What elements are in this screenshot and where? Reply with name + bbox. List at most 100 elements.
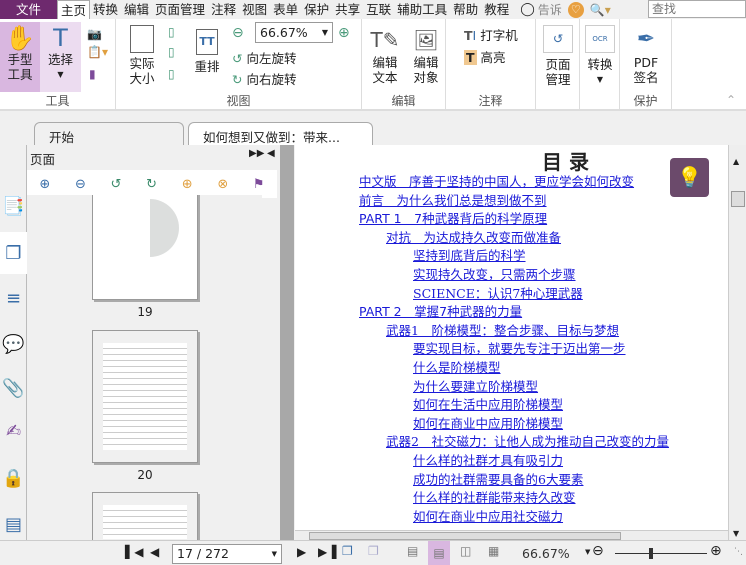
signatures-panel-icon[interactable]: ✍ — [0, 410, 27, 452]
scroll-up-icon[interactable]: ▲ — [733, 157, 739, 166]
panel-splitter[interactable] — [280, 145, 294, 540]
page-thumbnail-19[interactable] — [92, 195, 198, 300]
toc-link[interactable]: 实现持久改变，只需两个步骤 — [413, 264, 576, 283]
typewriter-button[interactable]: TI 打字机 — [464, 25, 518, 44]
zoom-slider[interactable] — [615, 548, 707, 559]
zoom-in-status-icon[interactable]: ⊕ — [710, 543, 722, 559]
reflow-button[interactable]: TT 重排 — [192, 29, 222, 74]
toc-link[interactable]: 武器2 社交磁力：让他人成为推动自己改变的力量 — [386, 431, 669, 450]
zoom-slider-thumb[interactable] — [649, 548, 653, 559]
prev-page-icon[interactable]: ◀ — [150, 545, 159, 559]
zoom-out-thumb-icon[interactable]: ⊖ — [75, 177, 86, 192]
menu-page-manage[interactable]: 页面管理 — [152, 0, 208, 19]
fit-width-icon[interactable]: ▯ — [168, 45, 175, 59]
delete-page-icon[interactable]: ⊗ — [217, 177, 228, 192]
toc-link[interactable]: 坚持到底背后的科学 — [413, 245, 526, 264]
zoom-out-status-icon[interactable]: ⊖ — [592, 543, 604, 559]
toc-link[interactable]: 如何在生活中应用阶梯模型 — [413, 394, 563, 413]
zoom-dropdown-icon[interactable]: ▼ — [585, 548, 590, 556]
toc-link[interactable]: PART 2 掌握7种武器的力量 — [359, 301, 522, 320]
continuous-facing-icon[interactable]: ▦ — [488, 544, 499, 558]
toc-link[interactable]: 什么样的社群才具有吸引力 — [413, 450, 563, 469]
fit-page-icon[interactable]: ▯ — [168, 25, 175, 39]
document-scroll-thumb[interactable] — [731, 191, 745, 207]
toc-link[interactable]: 前言 为什么我们总是想到做不到 — [359, 190, 547, 209]
toc-link[interactable]: 什么是阶梯模型 — [413, 357, 501, 376]
menu-connect[interactable]: 互联 — [363, 0, 394, 19]
edit-text-button[interactable]: T✎ 编辑 文本 — [368, 25, 402, 85]
hand-tool-button[interactable]: ✋ 手型 工具 — [0, 22, 40, 92]
highlight-button[interactable]: T 高亮 — [464, 47, 506, 66]
tab-document[interactable]: 如何想到又做到：带来... — [188, 122, 373, 145]
menu-form[interactable]: 表单 — [270, 0, 301, 19]
toc-link[interactable]: 什么样的社群能带来持久改变 — [413, 487, 576, 506]
previous-view-icon[interactable]: ❐ — [342, 544, 353, 558]
toc-link[interactable]: 武器1 阶梯模型：整合步骤、目标与梦想 — [386, 320, 619, 339]
fit-visible-icon[interactable]: ▯ — [168, 67, 175, 81]
bookmarks-panel-icon[interactable]: 📑 — [0, 185, 27, 227]
pages-panel-icon[interactable]: ❐ — [0, 232, 27, 274]
resize-grip-icon[interactable]: ⋱ — [734, 547, 743, 557]
horizontal-scroll-thumb[interactable] — [309, 532, 621, 540]
bookmark-icon[interactable]: ▮ — [89, 67, 96, 81]
menu-protect[interactable]: 保护 — [301, 0, 332, 19]
zoom-select[interactable]: 66.67% ▼ — [255, 22, 333, 43]
insert-page-icon[interactable]: ⊕ — [182, 177, 193, 192]
page-input[interactable]: 17 / 272 ▼ — [172, 544, 282, 564]
menu-share[interactable]: 共享 — [332, 0, 363, 19]
rotate-left-page-icon[interactable]: ↺ — [111, 177, 122, 192]
toc-link[interactable]: 对抗 为达成持久改变而做准备 — [386, 227, 561, 246]
search-input[interactable] — [648, 0, 746, 18]
page-thumbnail-21[interactable] — [92, 492, 198, 540]
zoom-in-icon[interactable]: ⊕ — [338, 25, 350, 41]
facing-page-icon[interactable]: ◫ — [460, 544, 471, 558]
menu-comment[interactable]: 注释 — [208, 0, 239, 19]
attachments-panel-icon[interactable]: 📎 — [0, 367, 27, 409]
toc-link[interactable]: 要实现目标，就要先专注于迈出第一步 — [413, 338, 626, 357]
menu-convert[interactable]: 转换 — [90, 0, 121, 19]
menu-accessibility[interactable]: 辅助工具 — [394, 0, 450, 19]
document-vscrollbar[interactable]: ▲ ▼ — [728, 145, 746, 540]
menu-edit[interactable]: 编辑 — [121, 0, 152, 19]
security-panel-icon[interactable]: 🔒 — [0, 457, 27, 499]
snapshot-icon[interactable]: 📷 — [87, 27, 102, 41]
zoom-in-thumb-icon[interactable]: ⊕ — [39, 177, 50, 192]
lightbulb-icon[interactable]: ◯ — [520, 2, 535, 17]
menu-file[interactable]: 文件 — [0, 0, 57, 19]
menu-tutorial[interactable]: 教程 — [481, 0, 512, 19]
find-options-icon[interactable]: 🔍▾ — [590, 3, 611, 17]
toc-link[interactable]: 中文版 序善于坚持的中国人，更应学会如何改变 — [359, 171, 634, 190]
single-page-icon[interactable]: ▤ — [407, 544, 418, 558]
edit-object-button[interactable]: 🖼 编辑 对象 — [408, 25, 444, 85]
zoom-out-icon[interactable]: ⊖ — [232, 25, 244, 41]
toc-link[interactable]: 如何在商业中应用社交磁力 — [413, 506, 563, 525]
scroll-down-icon[interactable]: ▼ — [733, 529, 739, 538]
toc-link[interactable]: 如何在商业中应用阶梯模型 — [413, 413, 563, 432]
toc-link[interactable]: 为什么要建立阶梯模型 — [413, 376, 538, 395]
actual-size-button[interactable]: 实际 大小 — [124, 25, 160, 86]
pdf-sign-button[interactable]: ✒ PDF 签名 — [620, 25, 672, 85]
continuous-page-icon[interactable]: ▤ — [428, 541, 450, 565]
menu-home[interactable]: 主页 — [57, 0, 91, 20]
tab-start[interactable]: 开始 — [34, 122, 184, 145]
tips-button[interactable]: 💡 — [670, 158, 709, 197]
tell-me[interactable]: 告诉 — [538, 1, 564, 18]
next-view-icon[interactable]: ❐ — [368, 544, 379, 558]
document-hscrollbar[interactable] — [295, 530, 728, 540]
collapse-ribbon-icon[interactable]: ⌃ — [726, 93, 736, 107]
next-page-icon[interactable]: ▶ — [297, 545, 306, 559]
menu-help[interactable]: 帮助 — [450, 0, 481, 19]
toc-link[interactable]: 成功的社群需要具备的6大要素 — [413, 469, 583, 488]
clipboard-icon[interactable]: 📋▾ — [87, 45, 108, 59]
zoom-level[interactable]: 66.67% — [522, 546, 570, 561]
convert-button[interactable]: OCR 转换 ▼ — [580, 25, 620, 87]
first-page-icon[interactable]: ▌◀ — [125, 545, 143, 559]
layers-panel-icon[interactable]: ≡ — [0, 277, 27, 319]
select-tool-button[interactable]: T 选择 ▼ — [40, 22, 81, 92]
comments-panel-icon[interactable]: 💬 — [0, 323, 27, 365]
panel-collapse-icon[interactable]: ◀ — [267, 148, 275, 159]
bookmark-page-icon[interactable]: ⚑ — [253, 177, 265, 192]
toc-link[interactable]: PART 1 7种武器背后的科学原理 — [359, 208, 547, 227]
toc-link[interactable]: SCIENCE：认识7种心理武器 — [413, 283, 583, 302]
heart-icon[interactable]: ♡ — [567, 1, 584, 18]
